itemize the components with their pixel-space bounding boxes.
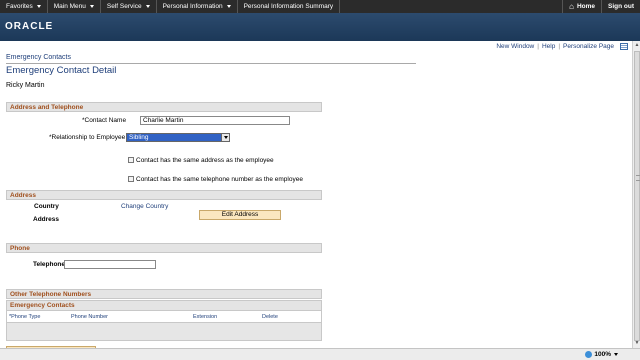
scrollbar-thumb[interactable] [634,51,640,341]
zoom-level: 100% [594,351,611,358]
section-address-telephone: Address and Telephone [6,102,322,112]
chevron-down-icon [614,353,618,356]
edit-address-button[interactable]: Edit Address [199,210,281,220]
oracle-logo: ORACLE [5,21,54,32]
column-header-delete[interactable]: Delete [262,314,278,320]
title-divider [6,63,416,64]
help-link[interactable]: Help [542,43,555,50]
telephone-label: Telephone [33,261,66,268]
separator: | [558,43,561,50]
nav-self-service-label: Self Service [106,3,142,10]
same-phone-checkbox[interactable] [128,176,134,182]
chevron-down-icon [89,5,94,8]
scroll-up-icon[interactable]: ▲ [634,42,640,49]
relationship-select[interactable]: Sibling [126,133,230,142]
nav-personal-information-label: Personal Information [162,3,223,10]
top-nav-bar: Favorites Main Menu Self Service Persona… [0,0,640,13]
column-header-phone-number[interactable]: Phone Number [71,314,108,320]
column-header-extension[interactable]: Extension [193,314,217,320]
separator: | [537,43,539,50]
nav-favorites-label: Favorites [6,3,33,10]
brand-banner: ORACLE [0,13,640,41]
home-link[interactable]: ⌂ Home [562,0,601,13]
section-phone: Phone [6,243,322,253]
section-address: Address [6,190,322,200]
table-row [7,323,321,340]
grid-title: Emergency Contacts [7,301,321,311]
contact-name-label: *Contact Name [82,117,127,124]
section-other-telephone-numbers: Other Telephone Numbers [6,289,322,299]
nav-personal-information-summary[interactable]: Personal Information Summary [238,0,341,13]
nav-main-menu-label: Main Menu [53,3,86,10]
emergency-contacts-grid: Emergency Contacts *Phone Type Phone Num… [6,300,322,341]
nav-main-menu[interactable]: Main Menu [48,0,101,13]
same-address-checkbox[interactable] [128,157,134,163]
grip-icon [636,175,640,181]
change-country-link[interactable]: Change Country [121,203,168,210]
contact-name-input[interactable] [140,116,290,125]
nav-self-service[interactable]: Self Service [101,0,157,13]
column-header-phone-type[interactable]: *Phone Type [9,314,40,320]
telephone-input[interactable] [64,260,156,269]
sign-out-label: Sign out [608,3,634,10]
breadcrumb: Emergency Contacts [6,54,71,61]
chevron-down-icon [145,5,150,8]
sign-out-link[interactable]: Sign out [601,0,640,13]
new-window-link[interactable]: New Window [496,43,534,50]
personalize-page-link[interactable]: Personalize Page [563,43,614,50]
same-phone-label: Contact has the same telephone number as… [136,176,303,183]
nav-favorites[interactable]: Favorites [0,0,48,13]
employee-name: Ricky Martin [6,82,45,89]
grid-header-row: *Phone Type Phone Number Extension Delet… [7,311,321,323]
home-icon: ⌂ [569,2,574,11]
page-layout-icon[interactable] [620,43,628,50]
nav-right-group: ⌂ Home Sign out [562,0,640,13]
dropdown-arrow-icon[interactable] [221,134,229,141]
same-address-label: Contact has the same address as the empl… [136,157,274,164]
scroll-down-icon[interactable]: ▼ [634,340,640,347]
country-label: Country [34,203,59,210]
home-label: Home [576,3,595,10]
zoom-control[interactable]: 100% [585,351,618,358]
browser-status-bar: 100% [0,348,640,360]
relationship-selected-value: Sibling [127,134,221,141]
relationship-label: *Relationship to Employee [49,134,126,141]
page-title: Emergency Contact Detail [6,65,117,76]
page-links: New Window | Help | Personalize Page [496,43,628,50]
chevron-down-icon [226,5,231,8]
globe-icon [585,351,593,358]
vertical-scrollbar[interactable]: ▲ ▼ [632,41,640,348]
chevron-down-icon [36,5,41,8]
address-label: Address [33,216,60,223]
nav-personal-information-summary-label: Personal Information Summary [243,3,334,10]
nav-personal-information[interactable]: Personal Information [157,0,238,13]
